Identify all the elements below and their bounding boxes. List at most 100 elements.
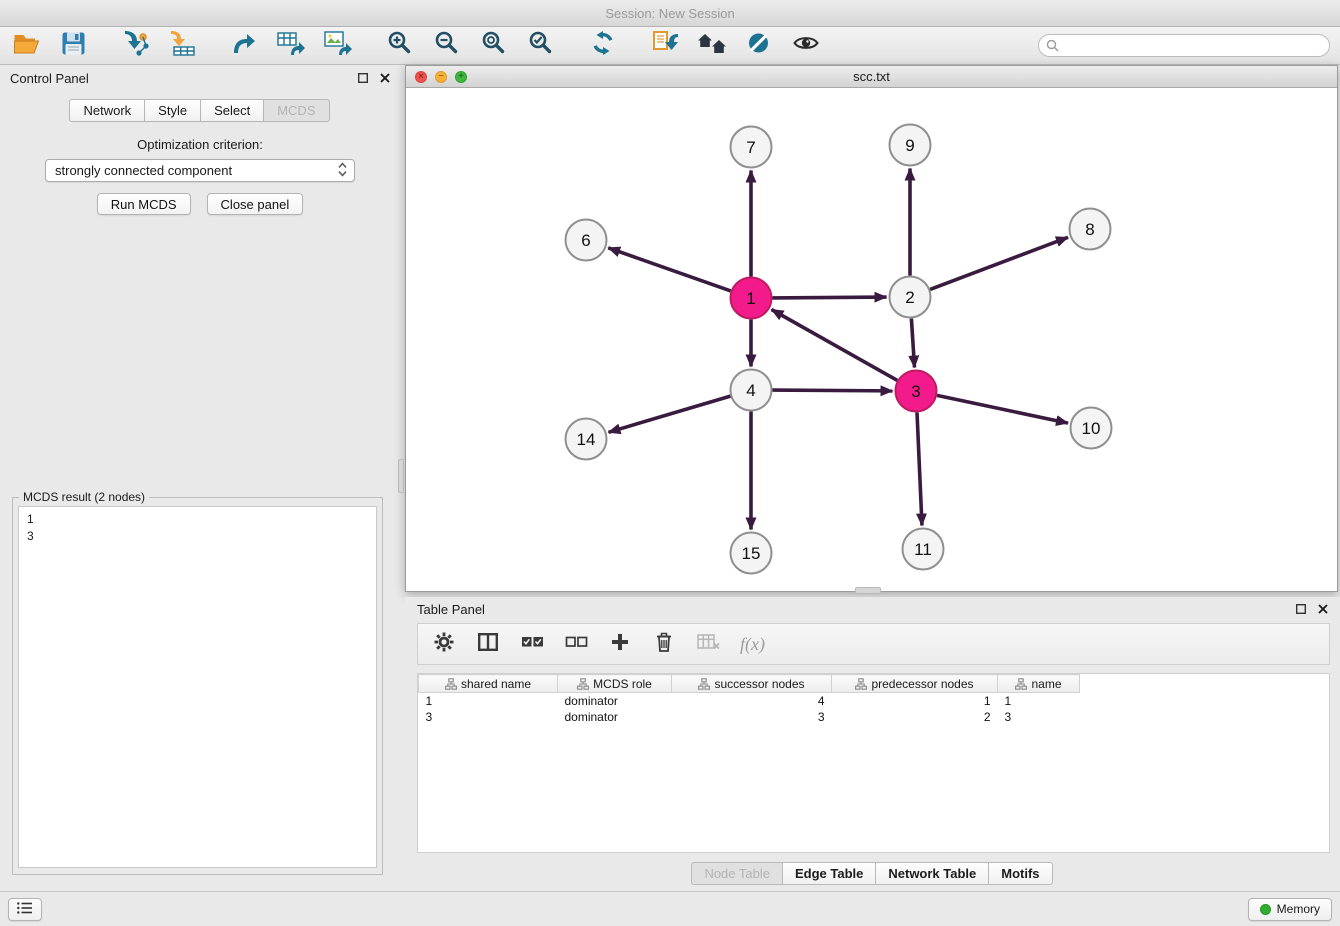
tab-style[interactable]: Style	[144, 99, 201, 122]
tab-mcds[interactable]: MCDS	[263, 99, 329, 122]
traffic-lights: × − +	[406, 71, 467, 83]
tab-network[interactable]: Network	[69, 99, 145, 122]
open-session-button[interactable]	[10, 31, 42, 61]
column-label: shared name	[461, 677, 531, 691]
toolbar-group	[10, 31, 89, 61]
memory-button[interactable]: Memory	[1248, 898, 1332, 921]
float-panel-icon[interactable]	[358, 73, 368, 83]
node-14[interactable]: 14	[566, 419, 607, 460]
edge-1-2[interactable]	[773, 297, 887, 298]
mcds-result-list[interactable]: 1 3	[18, 506, 377, 868]
table-row[interactable]: 1dominator411	[419, 693, 1080, 709]
result-line: 3	[27, 528, 368, 545]
save-session-button[interactable]	[57, 31, 89, 61]
search-input[interactable]	[1038, 34, 1330, 57]
node-10[interactable]: 10	[1071, 408, 1112, 449]
node-15[interactable]: 15	[731, 533, 772, 574]
toolbar-group	[119, 31, 198, 61]
node-7[interactable]: 7	[731, 127, 772, 168]
search-container	[1038, 34, 1330, 57]
annotations-button[interactable]	[743, 31, 775, 61]
zoom-fit-button[interactable]	[478, 31, 510, 61]
node-4[interactable]: 4	[731, 370, 772, 411]
import-table-button[interactable]	[166, 31, 198, 61]
refresh-button[interactable]	[587, 31, 619, 61]
annotations-icon	[747, 31, 771, 60]
new-network-button[interactable]	[228, 31, 260, 61]
export-table-button[interactable]	[275, 31, 307, 61]
table-row[interactable]: 3dominator323	[419, 709, 1080, 725]
delete-table-icon	[697, 634, 720, 655]
delete-column-button[interactable]	[652, 630, 676, 658]
panel-splitter-handle[interactable]	[398, 459, 404, 493]
close-table-panel-icon[interactable]	[1318, 604, 1328, 614]
edge-2-8[interactable]	[930, 237, 1068, 289]
status-bar: Memory	[0, 891, 1340, 926]
tab-node-table[interactable]: Node Table	[691, 862, 783, 885]
maximize-window-icon[interactable]: +	[455, 71, 467, 83]
network-graph[interactable]: 7 9 6 8 1 2 4 3 14 10 15 11	[406, 88, 1337, 591]
tab-motifs[interactable]: Motifs	[988, 862, 1052, 885]
task-history-button[interactable]	[8, 898, 42, 921]
apply-style-button[interactable]	[649, 31, 681, 61]
column-header-predecessor-nodes[interactable]: predecessor nodes	[832, 675, 998, 693]
node-2[interactable]: 2	[890, 277, 931, 318]
tab-edge-table[interactable]: Edge Table	[782, 862, 876, 885]
column-header-successor-nodes[interactable]: successor nodes	[672, 675, 832, 693]
select-all-rows-button[interactable]	[520, 630, 544, 658]
column-header-shared-name[interactable]: shared name	[419, 675, 558, 693]
node-3[interactable]: 3	[896, 371, 937, 412]
zoom-in-button[interactable]	[384, 31, 416, 61]
optimization-dropdown[interactable]: strongly connected component	[45, 159, 355, 182]
minimize-window-icon[interactable]: −	[435, 71, 447, 83]
node-table-header-row: shared name MCDS rolesuccessor nodesprede…	[419, 675, 1080, 693]
edge-1-6[interactable]	[608, 248, 731, 291]
edge-3-11[interactable]	[917, 413, 922, 526]
edge-4-3[interactable]	[773, 390, 893, 391]
edge-4-14[interactable]	[609, 396, 731, 432]
main-toolbar-groups	[10, 31, 852, 61]
add-column-button[interactable]	[608, 630, 632, 658]
window-resize-handle[interactable]	[855, 587, 881, 594]
close-panel-icon[interactable]	[380, 73, 390, 83]
tab-select[interactable]: Select	[200, 99, 264, 122]
first-neighbors-button[interactable]	[696, 31, 728, 61]
column-header-name[interactable]: name	[998, 675, 1080, 693]
svg-text:10: 10	[1082, 419, 1101, 438]
node-8[interactable]: 8	[1070, 209, 1111, 250]
edge-2-3[interactable]	[911, 319, 914, 368]
show-hide-button[interactable]	[790, 31, 822, 61]
svg-text:2: 2	[905, 288, 914, 307]
zoom-out-icon	[435, 31, 459, 60]
save-session-icon	[62, 32, 85, 60]
import-network-button[interactable]	[119, 31, 151, 61]
edge-3-1[interactable]	[772, 310, 898, 381]
memory-status-icon	[1260, 904, 1271, 915]
table-panel-tabs: Node TableEdge TableNetwork TableMotifs	[405, 862, 1340, 885]
network-canvas[interactable]: 7 9 6 8 1 2 4 3 14 10 15 11	[406, 88, 1337, 591]
window-titlebar[interactable]: Session: New Session	[0, 0, 1340, 27]
export-image-button[interactable]	[322, 31, 354, 61]
show-hide-icon	[793, 34, 819, 57]
toggle-columns-button[interactable]	[476, 630, 500, 658]
deselect-all-rows-button[interactable]	[564, 630, 588, 658]
column-settings-button[interactable]	[432, 630, 456, 658]
float-table-panel-icon[interactable]	[1296, 604, 1306, 614]
node-11[interactable]: 11	[903, 529, 944, 570]
close-window-icon[interactable]: ×	[415, 71, 427, 83]
svg-text:3: 3	[911, 382, 920, 401]
table-toolbar: f(x)	[417, 623, 1330, 665]
run-mcds-button[interactable]: Run MCDS	[97, 193, 191, 215]
node-1[interactable]: 1	[731, 278, 772, 319]
zoom-selected-button[interactable]	[525, 31, 557, 61]
node-9[interactable]: 9	[890, 125, 931, 166]
tab-network-table[interactable]: Network Table	[875, 862, 989, 885]
import-network-icon	[121, 30, 149, 61]
network-window-titlebar[interactable]: scc.txt × − +	[406, 66, 1337, 88]
optimization-label: Optimization criterion:	[0, 137, 400, 152]
zoom-out-button[interactable]	[431, 31, 463, 61]
column-header-mcds-role[interactable]: MCDS role	[558, 675, 672, 693]
node-6[interactable]: 6	[566, 220, 607, 261]
edge-3-10[interactable]	[937, 395, 1068, 423]
close-panel-button[interactable]: Close panel	[207, 193, 304, 215]
